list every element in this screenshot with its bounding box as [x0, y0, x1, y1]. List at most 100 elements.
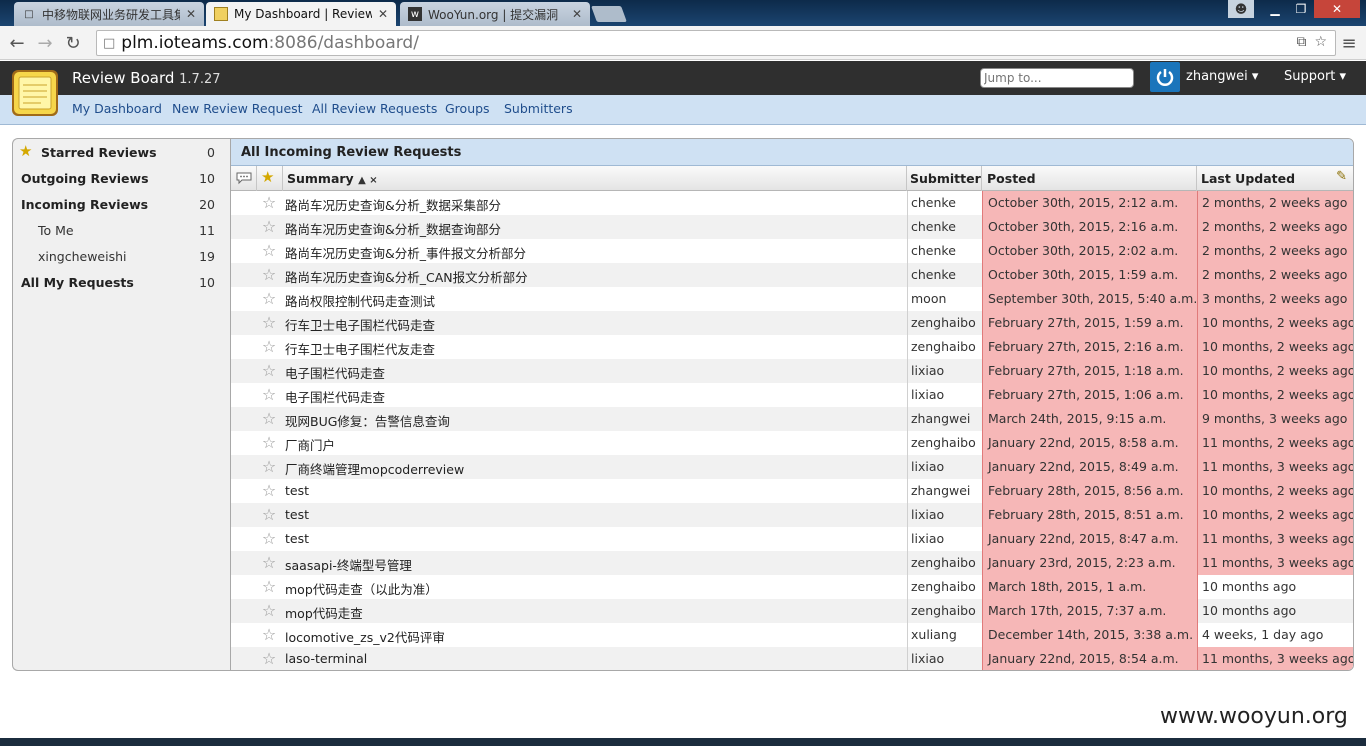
sidebar-item-starred[interactable]: ★ Starred Reviews 0: [13, 141, 229, 163]
row-submitter[interactable]: zhangwei: [907, 479, 983, 503]
new-tab-button[interactable]: [591, 6, 627, 22]
nav-my-dashboard[interactable]: My Dashboard: [72, 101, 162, 116]
row-summary[interactable]: 路尚权限控制代码走查测试: [285, 287, 905, 311]
row-summary[interactable]: mop代码走查: [285, 599, 905, 623]
edit-columns-icon[interactable]: ✎: [1336, 169, 1347, 184]
table-row[interactable]: ☆ 现网BUG修复：告警信息查询 zhangwei March 24th, 2015,…: [231, 407, 1353, 431]
row-summary[interactable]: locomotive_zs_v2代码评审: [285, 623, 905, 647]
sidebar-item-group[interactable]: xingcheweishi 19: [13, 245, 229, 267]
row-submitter[interactable]: zenghaibo: [907, 551, 983, 575]
row-summary[interactable]: test: [285, 503, 905, 527]
nav-submitters[interactable]: Submitters: [504, 101, 573, 116]
star-icon[interactable]: ☆: [259, 575, 279, 599]
row-summary[interactable]: 路尚车况历史查询&分析_事件报文分析部分: [285, 239, 905, 263]
row-summary[interactable]: test: [285, 527, 905, 551]
support-menu[interactable]: Support ▾: [1284, 69, 1346, 84]
close-icon[interactable]: ✕: [186, 7, 196, 21]
star-icon[interactable]: ☆: [259, 527, 279, 551]
row-submitter[interactable]: zenghaibo: [907, 311, 983, 335]
star-icon[interactable]: ☆: [259, 191, 279, 215]
row-submitter[interactable]: zhangwei: [907, 407, 983, 431]
table-row[interactable]: ☆ 路尚车况历史查询&分析_事件报文分析部分 chenke October 30th,…: [231, 239, 1353, 263]
row-submitter[interactable]: moon: [907, 287, 983, 311]
table-row[interactable]: ☆ 路尚车况历史查询&分析_数据采集部分 chenke October 30th, 2…: [231, 191, 1353, 215]
row-submitter[interactable]: zenghaibo: [907, 431, 983, 455]
reload-icon[interactable]: ↻: [62, 32, 84, 54]
nav-groups[interactable]: Groups: [445, 101, 490, 116]
row-submitter[interactable]: zenghaibo: [907, 335, 983, 359]
row-submitter[interactable]: lixiao: [907, 359, 983, 383]
row-submitter[interactable]: chenke: [907, 191, 983, 215]
column-header-submitter[interactable]: Submitter: [907, 166, 982, 191]
column-header-last-updated[interactable]: Last Updated ✎: [1197, 166, 1353, 191]
browser-tab-2[interactable]: My Dashboard | Review ✕: [206, 2, 396, 26]
row-submitter[interactable]: lixiao: [907, 455, 983, 479]
star-icon[interactable]: ☆: [259, 455, 279, 479]
row-summary[interactable]: 行车卫士电子围栏代友走查: [285, 335, 905, 359]
row-summary[interactable]: 厂商终端管理mopcoderreview: [285, 455, 905, 479]
table-row[interactable]: ☆ 路尚车况历史查询&分析_CAN报文分析部分 chenke October 30th…: [231, 263, 1353, 287]
star-icon[interactable]: ☆: [259, 599, 279, 623]
table-row[interactable]: ☆ 厂商终端管理mopcoderreview lixiao January 22nd,…: [231, 455, 1353, 479]
row-submitter[interactable]: chenke: [907, 239, 983, 263]
row-submitter[interactable]: lixiao: [907, 503, 983, 527]
table-row[interactable]: ☆ saasapi-终端型号管理 zenghaibo January 23rd, 20…: [231, 551, 1353, 575]
row-summary[interactable]: 路尚车况历史查询&分析_数据查询部分: [285, 215, 905, 239]
row-submitter[interactable]: xuliang: [907, 623, 983, 647]
back-arrow-icon[interactable]: ←: [6, 32, 28, 54]
table-row[interactable]: ☆ 行车卫士电子围栏代码走查 zenghaibo February 27th, 201…: [231, 311, 1353, 335]
table-row[interactable]: ☆ 厂商门户 zenghaibo January 22nd, 2015, 8:58 a…: [231, 431, 1353, 455]
star-icon[interactable]: ☆: [259, 431, 279, 455]
column-header-comments[interactable]: [231, 166, 257, 191]
table-row[interactable]: ☆ mop代码走查（以此为准） zenghaibo March 18th, 2015,…: [231, 575, 1353, 599]
maximize-button[interactable]: ❐: [1288, 0, 1314, 18]
star-icon[interactable]: ☆: [259, 503, 279, 527]
star-icon[interactable]: ☆: [259, 215, 279, 239]
sort-controls[interactable]: ▲ ×: [358, 175, 378, 186]
row-summary[interactable]: laso-terminal: [285, 647, 905, 670]
browser-tab-3[interactable]: w WooYun.org | 提交漏洞 ✕: [400, 2, 590, 26]
table-row[interactable]: ☆ 路尚车况历史查询&分析_数据查询部分 chenke October 30th, 2…: [231, 215, 1353, 239]
sidebar-item-outgoing[interactable]: Outgoing Reviews 10: [13, 167, 229, 189]
row-submitter[interactable]: zenghaibo: [907, 575, 983, 599]
menu-icon[interactable]: ≡: [1338, 32, 1360, 54]
translate-icon[interactable]: ⧉: [1296, 34, 1306, 50]
star-icon[interactable]: ☆: [259, 623, 279, 647]
row-summary[interactable]: 电子围栏代码走查: [285, 383, 905, 407]
profile-icon[interactable]: ☻: [1228, 0, 1254, 18]
row-submitter[interactable]: lixiao: [907, 383, 983, 407]
row-summary[interactable]: 路尚车况历史查询&分析_数据采集部分: [285, 191, 905, 215]
row-summary[interactable]: 现网BUG修复：告警信息查询: [285, 407, 905, 431]
star-icon[interactable]: ☆: [259, 311, 279, 335]
column-header-posted[interactable]: Posted: [982, 166, 1197, 191]
star-icon[interactable]: ☆: [259, 647, 279, 670]
table-row[interactable]: ☆ 电子围栏代码走查 lixiao February 27th, 2015, 1:18…: [231, 359, 1353, 383]
star-icon[interactable]: ☆: [259, 287, 279, 311]
app-title[interactable]: Review Board 1.7.27: [72, 69, 221, 87]
row-submitter[interactable]: chenke: [907, 215, 983, 239]
row-submitter[interactable]: lixiao: [907, 527, 983, 551]
row-summary[interactable]: test: [285, 479, 905, 503]
star-icon[interactable]: ☆: [259, 359, 279, 383]
row-summary[interactable]: 行车卫士电子围栏代码走查: [285, 311, 905, 335]
star-icon[interactable]: ☆: [259, 479, 279, 503]
address-bar[interactable]: □ plm.ioteams.com:8086/dashboard/ ⧉ ☆: [96, 30, 1336, 56]
sidebar-item-incoming[interactable]: Incoming Reviews 20: [13, 193, 229, 215]
star-icon[interactable]: ☆: [259, 263, 279, 287]
row-submitter[interactable]: chenke: [907, 263, 983, 287]
table-row[interactable]: ☆ test lixiao January 22nd, 2015, 8:47 a.m.…: [231, 527, 1353, 551]
table-row[interactable]: ☆ mop代码走查 zenghaibo March 17th, 2015, 7:37 …: [231, 599, 1353, 623]
table-row[interactable]: ☆ 电子围栏代码走查 lixiao February 27th, 2015, 1:06…: [231, 383, 1353, 407]
row-summary[interactable]: mop代码走查（以此为准）: [285, 575, 905, 599]
table-row[interactable]: ☆ test zhangwei February 28th, 2015, 8:56 a…: [231, 479, 1353, 503]
star-column-icon[interactable]: ★: [257, 166, 283, 191]
sidebar-item-all-my-requests[interactable]: All My Requests 10: [13, 271, 229, 293]
row-submitter[interactable]: zenghaibo: [907, 599, 983, 623]
column-header-summary[interactable]: Summary ▲ ×: [283, 166, 907, 191]
table-row[interactable]: ☆ test lixiao February 28th, 2015, 8:51 a.m…: [231, 503, 1353, 527]
bookmark-star-icon[interactable]: ☆: [1314, 34, 1327, 50]
user-menu[interactable]: zhangwei ▾: [1186, 69, 1258, 84]
row-submitter[interactable]: lixiao: [907, 647, 983, 670]
table-row[interactable]: ☆ 路尚权限控制代码走查测试 moon September 30th, 2015, 5…: [231, 287, 1353, 311]
jump-to-input[interactable]: [980, 68, 1134, 88]
